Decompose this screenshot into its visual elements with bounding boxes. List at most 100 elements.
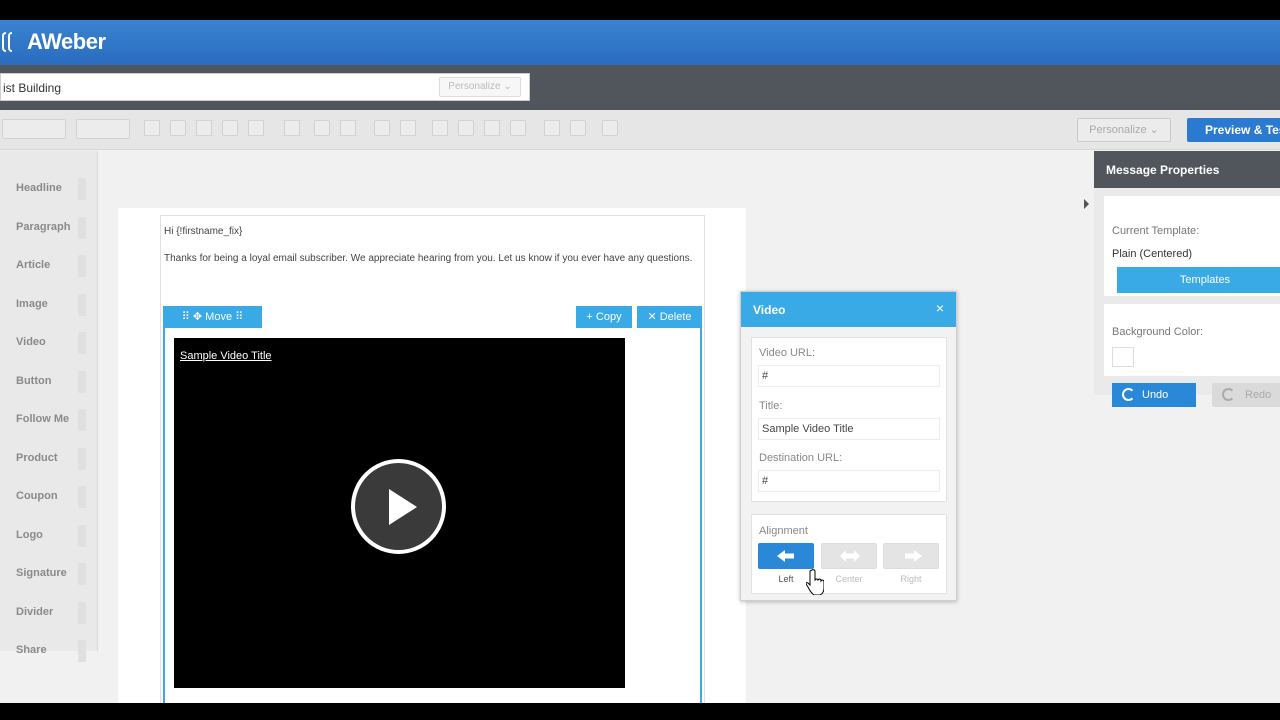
video-url-input[interactable]: # (758, 365, 940, 387)
background-color-label: Background Color: (1112, 326, 1204, 338)
move-label: Move (205, 311, 233, 323)
sidebar-item-follow-me[interactable]: Follow Me (0, 401, 98, 439)
video-title-link[interactable]: Sample Video Title (180, 350, 272, 362)
align-right-icon[interactable] (484, 120, 500, 136)
font-family-select[interactable] (2, 119, 66, 139)
collapse-arrow-icon[interactable] (1084, 199, 1089, 209)
drag-grip-icon[interactable] (78, 409, 86, 431)
background-color-swatch[interactable] (1112, 347, 1134, 367)
move-handle[interactable]: ⠿ ✥ Move ⠿ (163, 306, 262, 328)
play-icon[interactable] (351, 459, 446, 554)
indent-icon[interactable] (570, 120, 586, 136)
sidebar-item-headline[interactable]: Headline (0, 170, 98, 208)
drag-grip-icon[interactable] (78, 178, 86, 200)
font-size-select[interactable] (76, 119, 130, 139)
chevron-down-icon: ⌄ (503, 81, 512, 92)
drag-grip-icon[interactable] (78, 447, 86, 470)
drag-grip-icon[interactable] (78, 332, 86, 354)
unordered-list-icon[interactable] (400, 120, 416, 136)
sidebar-item-article[interactable]: Article (0, 247, 98, 285)
undo-button[interactable]: Undo (1112, 383, 1196, 407)
preview-test-button[interactable]: Preview & Test (1187, 118, 1280, 142)
subject-value: ist Building (3, 81, 62, 95)
toolbar-personalize-label: Personalize (1089, 124, 1147, 136)
drag-grip-icon[interactable] (78, 640, 86, 662)
sidebar-item-button[interactable]: Button (0, 363, 98, 401)
drag-grip-icon[interactable] (78, 216, 86, 239)
align-left-button[interactable] (758, 543, 814, 569)
align-center-icon[interactable] (458, 120, 474, 136)
alignment-section: Alignment Left Center Right (751, 514, 947, 594)
sidebar-item-label: Signature (16, 567, 67, 579)
arrow-left-icon (777, 550, 794, 562)
drag-grip-icon[interactable] (78, 524, 86, 547)
title-input[interactable]: Sample Video Title (758, 418, 940, 440)
templates-button[interactable]: Templates (1117, 267, 1280, 293)
redo-icon (1222, 388, 1235, 401)
close-icon[interactable]: × (936, 300, 944, 316)
link-icon[interactable] (314, 120, 330, 136)
sidebar-item-share[interactable]: Share (0, 632, 98, 670)
drag-grip-icon[interactable] (78, 293, 86, 316)
aweber-logo[interactable]: AWeber (0, 29, 106, 55)
unlink-icon[interactable] (340, 120, 356, 136)
sidebar-item-product[interactable]: Product (0, 440, 98, 478)
drag-grip-icon[interactable] (78, 601, 86, 624)
underline-icon[interactable] (196, 120, 212, 136)
align-left-icon[interactable] (432, 120, 448, 136)
sidebar-item-coupon[interactable]: Coupon (0, 478, 98, 516)
subject-bar: ist Building Personalize ⌄ (0, 65, 1280, 110)
italic-icon[interactable] (170, 120, 186, 136)
sidebar-item-label: Headline (16, 182, 62, 194)
video-fields: Video URL: # Title: Sample Video Title D… (751, 337, 947, 502)
bold-icon[interactable] (144, 120, 160, 136)
redo-button[interactable]: Redo (1212, 383, 1280, 407)
message-properties-panel: Message Properties Current Template: Pla… (1084, 151, 1280, 407)
drag-grip-icon[interactable] (78, 486, 86, 508)
align-right-button[interactable] (883, 543, 939, 569)
toolbar-personalize-dropdown[interactable]: Personalize ⌄ (1077, 118, 1171, 142)
sidebar-item-label: Coupon (16, 490, 58, 502)
block-sidebar: Headline Paragraph Article Image Video Button… (0, 151, 98, 662)
top-header: AWeber (0, 20, 1280, 65)
copy-block-button[interactable]: + Copy (576, 306, 632, 328)
title-label: Title: (759, 400, 783, 412)
preview-test-label: Preview & Test (1205, 123, 1280, 137)
drag-grip-icon[interactable] (78, 255, 86, 277)
background-color-icon[interactable] (284, 120, 300, 136)
greeting-text[interactable]: Hi {!firstname_fix} (164, 226, 242, 237)
redo-label: Redo (1245, 389, 1272, 401)
sidebar-item-image[interactable]: Image (0, 286, 98, 324)
outdent-icon[interactable] (544, 120, 560, 136)
delete-label: Delete (659, 311, 692, 323)
align-center-caption: Center (835, 574, 863, 584)
sidebar-item-label: Share (16, 644, 47, 656)
format-toolbar: Personalize ⌄ Preview & Test (0, 110, 1280, 150)
copy-label: Copy (595, 311, 622, 323)
sidebar-item-logo[interactable]: Logo (0, 517, 98, 555)
close-icon: ✕ (647, 311, 660, 323)
sidebar-item-video[interactable]: Video (0, 324, 98, 362)
delete-block-button[interactable]: ✕ Delete (637, 306, 702, 328)
text-color-icon[interactable] (248, 120, 264, 136)
sidebar-item-divider[interactable]: Divider (0, 594, 98, 632)
body-paragraph[interactable]: Thanks for being a loyal email subscribe… (164, 252, 699, 265)
drag-grip-icon[interactable] (78, 370, 86, 393)
strikethrough-icon[interactable] (222, 120, 238, 136)
align-justify-icon[interactable] (510, 120, 526, 136)
sidebar-item-signature[interactable]: Signature (0, 555, 98, 593)
source-code-icon[interactable] (602, 120, 618, 136)
drag-grip-icon[interactable] (78, 563, 86, 585)
subject-input[interactable]: ist Building Personalize ⌄ (0, 73, 530, 101)
sidebar-item-paragraph[interactable]: Paragraph (0, 209, 98, 247)
sidebar-item-label: Button (16, 374, 52, 387)
sidebar-item-label: Logo (16, 528, 43, 541)
destination-url-input[interactable]: # (758, 470, 940, 492)
align-center-button[interactable] (821, 543, 877, 569)
ordered-list-icon[interactable] (374, 120, 390, 136)
video-player[interactable]: Sample Video Title (174, 338, 625, 688)
aweber-logo-icon (0, 30, 24, 54)
alignment-label: Alignment (759, 525, 808, 537)
subject-personalize-dropdown[interactable]: Personalize ⌄ (439, 77, 521, 97)
align-right-caption: Right (900, 574, 922, 584)
